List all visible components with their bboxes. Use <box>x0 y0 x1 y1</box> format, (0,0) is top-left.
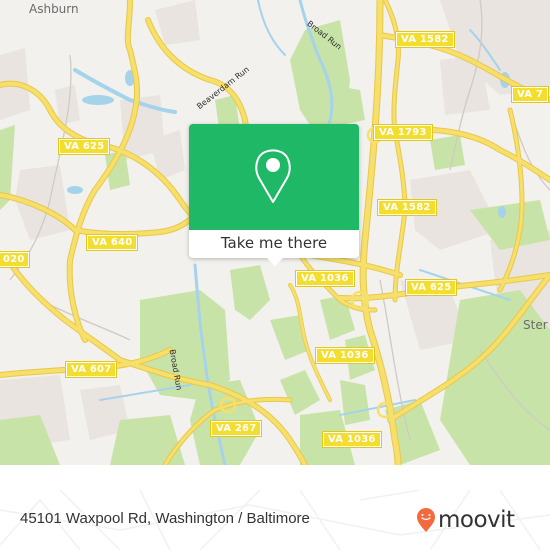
road-shield-va-1036-c: VA 1036 <box>322 431 382 448</box>
road-shield-va-607: VA 607 <box>64 361 118 378</box>
road-shield-va-1793: VA 1793 <box>373 124 433 141</box>
road-shield-va-267: VA 267 <box>209 420 263 437</box>
popup-header <box>189 124 359 230</box>
road-shield-va-640: VA 640 <box>85 234 139 251</box>
place-label-sterling: Ster <box>523 318 548 332</box>
moovit-pin-icon <box>417 508 435 532</box>
road-shield-va-1582-south: VA 1582 <box>377 199 437 216</box>
take-me-there-popup[interactable]: Take me there <box>189 124 359 266</box>
road-shield-va-2020: 020 <box>0 251 31 268</box>
popup-tail <box>266 257 284 266</box>
road-shield-va-1036-a: VA 1036 <box>295 270 355 287</box>
road-shield-va-7: VA 7 <box>510 86 550 103</box>
map-pin-icon <box>255 149 291 203</box>
road-shield-va-1582-north: VA 1582 <box>395 31 455 48</box>
footer: 45101 Waxpool Rd, Washington / Baltimore… <box>0 490 550 550</box>
address-label: 45101 Waxpool Rd, Washington / Baltimore <box>20 510 310 527</box>
moovit-wordmark: moovit <box>438 507 515 533</box>
moovit-logo[interactable]: moovit <box>416 507 515 533</box>
road-shield-va-625-east: VA 625 <box>404 279 458 296</box>
take-me-there-button[interactable]: Take me there <box>189 230 359 258</box>
place-label-ashburn: Ashburn <box>29 2 79 16</box>
road-shield-va-1036-b: VA 1036 <box>315 347 375 364</box>
road-shield-va-625-west: VA 625 <box>57 138 111 155</box>
